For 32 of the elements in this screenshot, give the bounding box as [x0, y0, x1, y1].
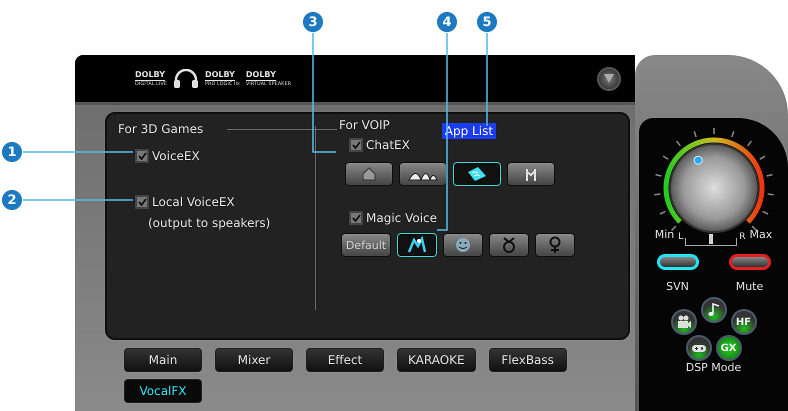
balance-right-label: R: [739, 232, 746, 242]
callout-number: 4: [436, 11, 458, 33]
checkbox-label[interactable]: Local VoiceEX: [152, 195, 235, 209]
min-label: Min: [654, 228, 674, 241]
mode-text: HF: [736, 316, 752, 328]
callout-number: 3: [302, 11, 324, 33]
dsp-mode-button[interactable]: HF: [730, 309, 756, 335]
mode-text: GX: [720, 342, 736, 354]
section-title: For 3D Games: [118, 122, 204, 136]
balance-left-label: L: [678, 232, 684, 242]
tab[interactable]: Main: [124, 348, 202, 372]
logo-text: DOLBY: [246, 70, 276, 81]
callout-number: 2: [1, 189, 23, 211]
checkbox-label[interactable]: ChatEX: [366, 138, 410, 152]
tab[interactable]: VocalFX: [124, 379, 202, 403]
toggle-label: SVN: [666, 280, 689, 293]
callout-number: 1: [1, 141, 23, 163]
checkbox-label[interactable]: Magic Voice: [366, 211, 438, 225]
max-label: Max: [750, 228, 772, 241]
checkbox-label[interactable]: VoiceEX: [152, 149, 200, 163]
tab[interactable]: Effect: [306, 348, 384, 372]
dsp-mode-label: DSP Mode: [686, 361, 742, 374]
callout-number: 5: [476, 11, 498, 33]
tab[interactable]: Mixer: [215, 348, 293, 372]
section-title: For VOIP: [339, 118, 390, 132]
voice-button[interactable]: Default: [341, 233, 391, 257]
logo-text: DOLBY: [204, 70, 235, 81]
option-note: (output to speakers): [148, 216, 272, 230]
toggle-label: Mute: [736, 280, 764, 293]
logo-text: DOLBY: [135, 70, 165, 81]
tab[interactable]: KARAOKE: [397, 348, 476, 372]
tab[interactable]: FlexBass: [488, 348, 567, 372]
